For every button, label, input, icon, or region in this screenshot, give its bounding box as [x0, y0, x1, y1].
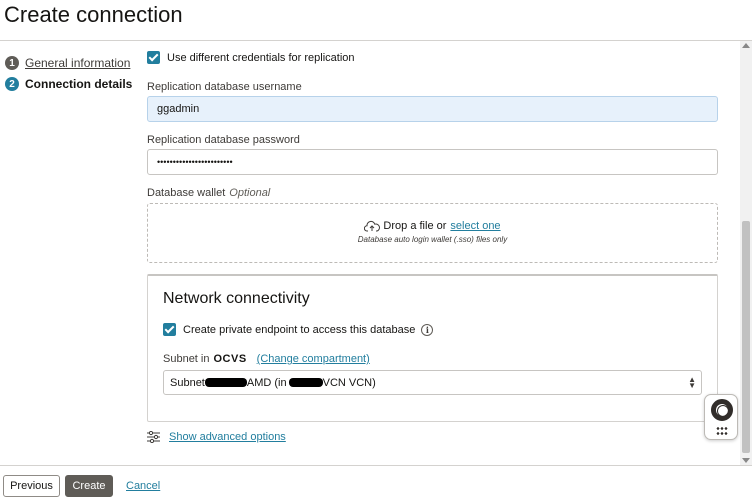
- keypad-icon: [716, 426, 728, 436]
- dropzone-text: Drop a file or select one: [148, 220, 717, 232]
- compartment-name: OCVS: [213, 353, 247, 365]
- subnet-select[interactable]: Subnet AMD (in VCN VCN) ▲ ▼: [163, 370, 702, 395]
- subnet-suffix: VCN VCN): [322, 376, 376, 389]
- advanced-options-row[interactable]: Show advanced options: [147, 431, 286, 443]
- info-icon[interactable]: i: [421, 323, 434, 336]
- input-value: ••••••••••••••••••••••••: [157, 157, 233, 167]
- show-advanced-options-link[interactable]: Show advanced options: [169, 431, 286, 443]
- scroll-thumb[interactable]: [742, 221, 750, 453]
- username-label: Replication database username: [147, 81, 302, 93]
- create-button[interactable]: Create: [65, 475, 113, 497]
- form-area: Use different credentials for replicatio…: [0, 0, 740, 443]
- use-different-credentials-checkbox[interactable]: [147, 51, 160, 64]
- replication-username-input[interactable]: ggadmin: [147, 96, 718, 122]
- upload-cloud-icon: [364, 220, 381, 232]
- checkbox-label: Use different credentials for replicatio…: [167, 51, 355, 64]
- subnet-label-line: Subnet in OCVS (Change compartment): [163, 353, 370, 365]
- replication-password-input[interactable]: ••••••••••••••••••••••••: [147, 149, 718, 175]
- cancel-link[interactable]: Cancel: [126, 475, 162, 497]
- subnet-prefix: Subnet: [170, 376, 205, 389]
- scroll-down-arrow-icon[interactable]: [742, 458, 750, 463]
- select-arrows-icon: ▲ ▼: [688, 375, 696, 390]
- sliders-icon: [147, 431, 160, 443]
- checkbox-label: Create private endpoint to access this d…: [183, 323, 416, 336]
- private-endpoint-checkbox[interactable]: [163, 323, 176, 336]
- help-widget-button[interactable]: [704, 394, 738, 440]
- card-title: Network connectivity: [163, 290, 310, 307]
- previous-button[interactable]: Previous: [3, 475, 60, 497]
- scroll-up-arrow-icon[interactable]: [742, 43, 750, 48]
- lifebuoy-icon: [711, 399, 733, 421]
- select-file-link[interactable]: select one: [450, 220, 500, 232]
- input-value: ggadmin: [157, 103, 200, 115]
- subnet-middle: AMD (in: [246, 376, 287, 389]
- wallet-label-text: Database wallet: [147, 187, 226, 199]
- dropzone-hint: Database auto login wallet (.sso) files …: [357, 235, 508, 244]
- vertical-scrollbar[interactable]: [740, 41, 752, 465]
- redacted-mark: [204, 378, 247, 387]
- password-label: Replication database password: [147, 134, 300, 146]
- use-different-credentials-row[interactable]: Use different credentials for replicatio…: [147, 51, 355, 64]
- wallet-dropzone[interactable]: Drop a file or select one Database auto …: [147, 203, 718, 263]
- subnet-label: Subnet in: [163, 353, 210, 365]
- footer-divider: [0, 465, 752, 466]
- private-endpoint-row[interactable]: Create private endpoint to access this d…: [163, 323, 434, 336]
- change-compartment-link[interactable]: (Change compartment): [257, 353, 370, 365]
- optional-tag: Optional: [229, 187, 271, 199]
- redacted-mark: [288, 378, 323, 387]
- drop-text: Drop a file or: [383, 220, 447, 232]
- network-connectivity-card: Network connectivity Create private endp…: [147, 274, 718, 422]
- wallet-label: Database wallet Optional: [147, 187, 270, 199]
